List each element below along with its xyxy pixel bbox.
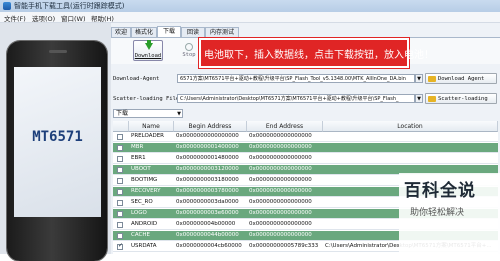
folder-icon xyxy=(428,96,436,102)
end-address: 0x0000000000000000 xyxy=(249,210,312,216)
table-row[interactable]: MBR 0x0000000001400000 0x0000000000000000 xyxy=(113,143,498,153)
watermark-title: 百科全说 xyxy=(404,181,476,201)
begin-address: 0x0000000044b00000 xyxy=(176,232,239,238)
row-checkbox[interactable] xyxy=(117,145,123,151)
row-checkbox[interactable] xyxy=(117,167,123,173)
row-checkbox[interactable] xyxy=(117,233,123,239)
partition-name: SEC_RO xyxy=(131,199,153,205)
download-agent-field[interactable]: 6571方案\MT6571平台+驱动+教程\升级平台\SP_Flash_Tool… xyxy=(177,74,415,83)
window-title: 智能手机下载工具(运行时跟踪模式) xyxy=(14,2,125,10)
begin-address: 0x0000000003780000 xyxy=(176,188,239,194)
begin-address: 0x0000000003da0000 xyxy=(176,199,239,205)
phone-model-label: MT6571 xyxy=(32,129,83,145)
download-button-label: Download xyxy=(134,53,162,59)
partition-name: ANDROID xyxy=(131,221,158,227)
scatter-field[interactable]: C:\Users\Administrator\Desktop\MT6571方案\… xyxy=(177,94,415,103)
stop-button-label: Stop xyxy=(182,52,196,58)
download-button[interactable]: Download xyxy=(133,40,163,61)
download-agent-label: Download-Agent xyxy=(113,76,160,82)
row-checkbox[interactable] xyxy=(117,134,123,140)
end-address: 0x0000000000000000 xyxy=(249,133,312,139)
tab-memory-test[interactable]: 内存测试 xyxy=(205,27,239,37)
mode-select-value: 下载 xyxy=(116,110,129,117)
table-row[interactable]: PRELOADER 0x0000000000000000 0x00000000000… xyxy=(113,132,498,142)
chevron-down-icon: ▼ xyxy=(177,111,181,117)
scatter-label: Scatter-loading File xyxy=(113,96,180,102)
end-address: 0x00000000005789c333 xyxy=(249,243,319,249)
phone-image: MT6571 xyxy=(7,41,107,261)
begin-address: 0x0000000001480000 xyxy=(176,155,239,161)
mode-select[interactable]: 下载 ▼ xyxy=(113,109,183,118)
instruction-text: 电池取下，插入数据线，点击下载按钮，放入电池！ xyxy=(204,50,434,61)
title-bar: 智能手机下载工具(运行时跟踪模式) xyxy=(0,0,500,12)
column-header-begin[interactable]: Begin Address xyxy=(174,121,247,132)
partition-name: UBOOT xyxy=(131,166,151,172)
table-row[interactable]: EBR1 0x0000000001480000 0x0000000000000000 xyxy=(113,154,498,164)
partition-name: BOOTIMG xyxy=(131,177,158,183)
end-address: 0x0000000000000000 xyxy=(249,166,312,172)
phone-screen: MT6571 xyxy=(14,67,101,217)
stop-button[interactable]: Stop xyxy=(179,43,199,61)
end-address: 0x0000000000000000 xyxy=(249,177,312,183)
partition-name: USRDATA xyxy=(131,243,157,249)
app-icon xyxy=(3,2,11,10)
partition-name: EBR1 xyxy=(131,155,146,161)
partition-name: CACHE xyxy=(131,232,150,238)
row-checkbox[interactable] xyxy=(117,242,123,250)
file-location xyxy=(325,143,497,153)
row-checkbox[interactable] xyxy=(117,178,123,184)
partition-name: MBR xyxy=(131,144,144,150)
row-checkbox[interactable] xyxy=(117,189,123,195)
tab-welcome[interactable]: 欢迎 xyxy=(111,27,131,37)
menu-help[interactable]: 帮助(H) xyxy=(91,13,114,23)
column-header-check xyxy=(113,121,129,132)
scatter-loading-button[interactable]: Scatter-loading xyxy=(425,93,497,104)
download-agent-dropdown[interactable]: ▼ xyxy=(415,74,423,83)
download-agent-button-label: Download Agent xyxy=(438,76,485,82)
row-checkbox[interactable] xyxy=(117,156,123,162)
download-arrow-icon xyxy=(145,43,153,50)
begin-address: 0x0000000003120000 xyxy=(176,166,239,172)
folder-icon xyxy=(428,76,436,82)
file-location xyxy=(325,132,497,142)
end-address: 0x0000000000000000 xyxy=(249,199,312,205)
column-header-end[interactable]: End Address xyxy=(247,121,323,132)
column-header-location[interactable]: Location xyxy=(323,121,498,132)
tab-readback[interactable]: 回读 xyxy=(181,27,205,37)
end-address: 0x0000000000000000 xyxy=(249,221,312,227)
partition-name: PRELOADER xyxy=(131,133,165,139)
partition-name: RECOVERY xyxy=(131,188,161,194)
menu-window[interactable]: 窗口(W) xyxy=(61,13,86,23)
menu-bar: 文件(F) 选项(O) 窗口(W) 帮助(H) xyxy=(0,12,500,23)
watermark: 百科全说 助你轻松解决 xyxy=(399,173,500,254)
scatter-dropdown[interactable]: ▼ xyxy=(415,94,423,103)
column-header-name[interactable]: Name xyxy=(129,121,174,132)
end-address: 0x0000000000000000 xyxy=(249,232,312,238)
device-panel: MT6571 xyxy=(0,23,111,261)
end-address: 0x0000000000000000 xyxy=(249,155,312,161)
download-agent-button[interactable]: Download Agent xyxy=(425,73,497,84)
stop-icon xyxy=(185,43,193,51)
instruction-callout: 电池取下，插入数据线，点击下载按钮，放入电池！ xyxy=(199,38,434,68)
menu-options[interactable]: 选项(O) xyxy=(32,13,55,23)
file-location xyxy=(325,154,497,164)
row-checkbox[interactable] xyxy=(117,200,123,206)
row-checkbox[interactable] xyxy=(117,211,123,217)
tab-format[interactable]: 格式化 xyxy=(131,27,157,37)
scatter-loading-button-label: Scatter-loading xyxy=(438,96,488,102)
watermark-subtitle: 助你轻松解决 xyxy=(410,208,465,218)
begin-address: 0x0000000003180000 xyxy=(176,177,239,183)
begin-address: 0x0000000003e60000 xyxy=(176,210,239,216)
partition-name: LOGO xyxy=(131,210,147,216)
phone-speaker xyxy=(49,50,67,53)
begin-address: 0x000000004b00000 xyxy=(176,221,236,227)
begin-address: 0x0000000004cb60000 xyxy=(176,243,242,249)
end-address: 0x0000000000000000 xyxy=(249,188,312,194)
row-checkbox[interactable] xyxy=(117,222,123,228)
menu-file[interactable]: 文件(F) xyxy=(4,13,26,23)
begin-address: 0x0000000000000000 xyxy=(176,133,239,139)
end-address: 0x0000000000000000 xyxy=(249,144,312,150)
begin-address: 0x0000000001400000 xyxy=(176,144,239,150)
